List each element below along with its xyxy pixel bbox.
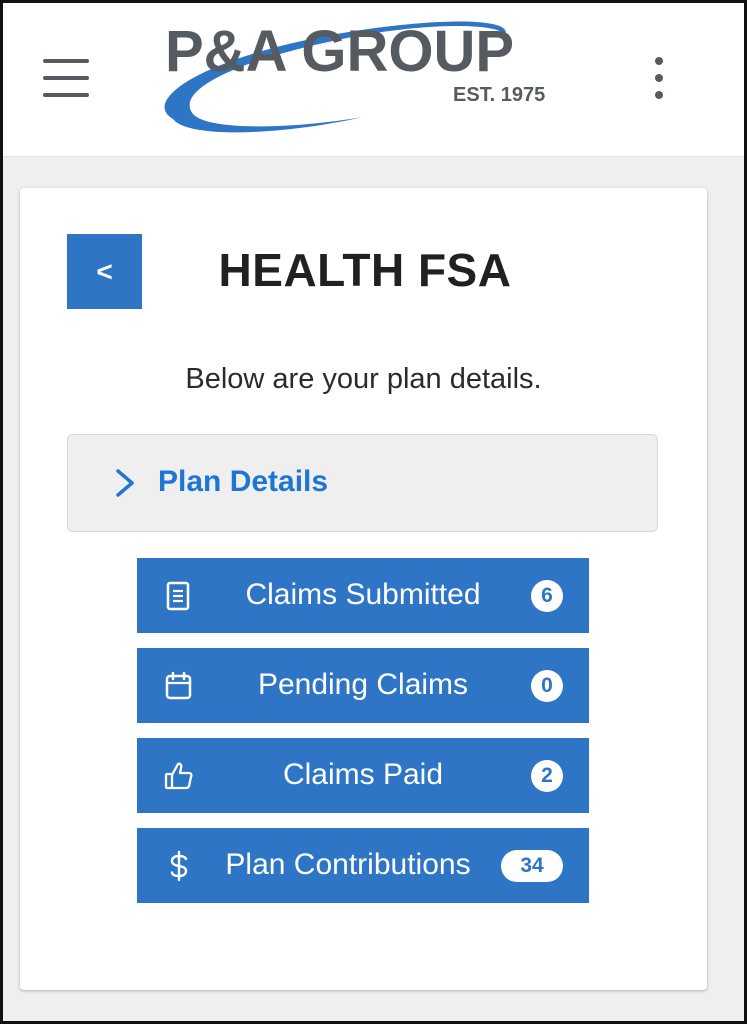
claims-paid-button[interactable]: Claims Paid 2 [137,738,589,813]
thumbs-up-icon [164,762,193,790]
plan-contributions-button[interactable]: Plan Contributions 34 [137,828,589,903]
accordion-label: Plan Details [158,465,329,498]
plan-contributions-count-badge: 34 [501,850,563,882]
claims-submitted-count-badge: 6 [531,580,563,612]
pending-claims-count-badge: 0 [531,670,563,702]
claims-paid-label: Claims Paid [282,758,444,791]
claims-submitted-label: Claims Submitted [245,578,481,611]
pending-claims-label: Pending Claims [257,668,469,701]
svg-text:P&A GROUP: P&A GROUP [165,19,514,84]
document-icon [166,581,190,611]
kebab-menu-icon[interactable] [643,55,675,101]
back-button[interactable]: < [67,234,142,309]
chevron-right-icon [116,469,134,497]
company-logo[interactable]: P&A GROUP EST. 1975 [133,9,583,139]
plan-card: < HEALTH FSA Below are your plan details… [20,188,707,990]
claims-paid-count-badge: 2 [531,760,563,792]
svg-text:EST. 1975: EST. 1975 [453,84,545,106]
chevron-left-icon: < [96,255,113,287]
page-title: HEALTH FSA [218,244,512,296]
calendar-icon [165,671,192,700]
app-frame: P&A GROUP EST. 1975 < HEALTH FSA Below a… [0,0,747,1024]
claims-actions: Claims Submitted 6 Pending Claims 0 Clai… [137,558,591,918]
page-subtitle: Below are your plan details. [185,363,542,395]
dollar-icon [170,850,188,882]
hamburger-menu-icon[interactable] [41,55,91,101]
plan-details-accordion[interactable]: Plan Details [67,434,658,532]
app-header: P&A GROUP EST. 1975 [3,3,744,157]
pending-claims-button[interactable]: Pending Claims 0 [137,648,589,723]
claims-submitted-button[interactable]: Claims Submitted 6 [137,558,589,633]
plan-contributions-label: Plan Contributions [225,848,471,881]
